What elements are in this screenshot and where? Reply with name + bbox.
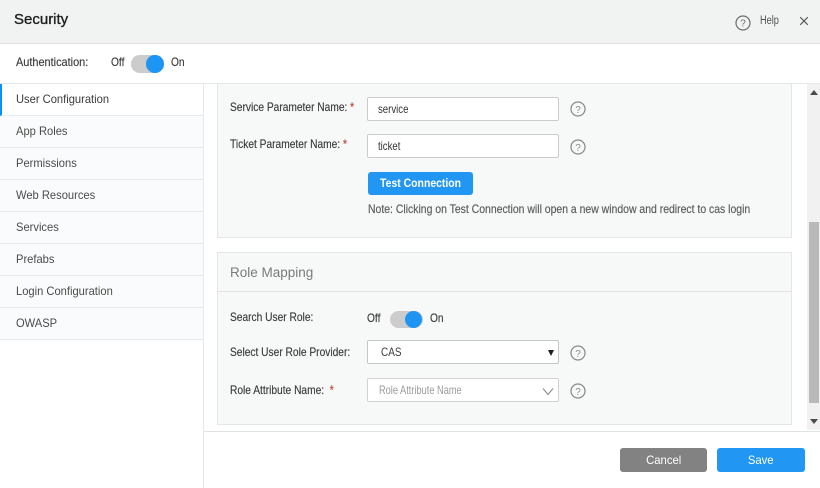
svg-text:?: ?: [575, 348, 581, 359]
svg-text:?: ?: [575, 105, 581, 116]
svg-text:?: ?: [575, 386, 581, 397]
svg-text:?: ?: [575, 142, 581, 153]
svg-text:?: ?: [740, 18, 746, 29]
